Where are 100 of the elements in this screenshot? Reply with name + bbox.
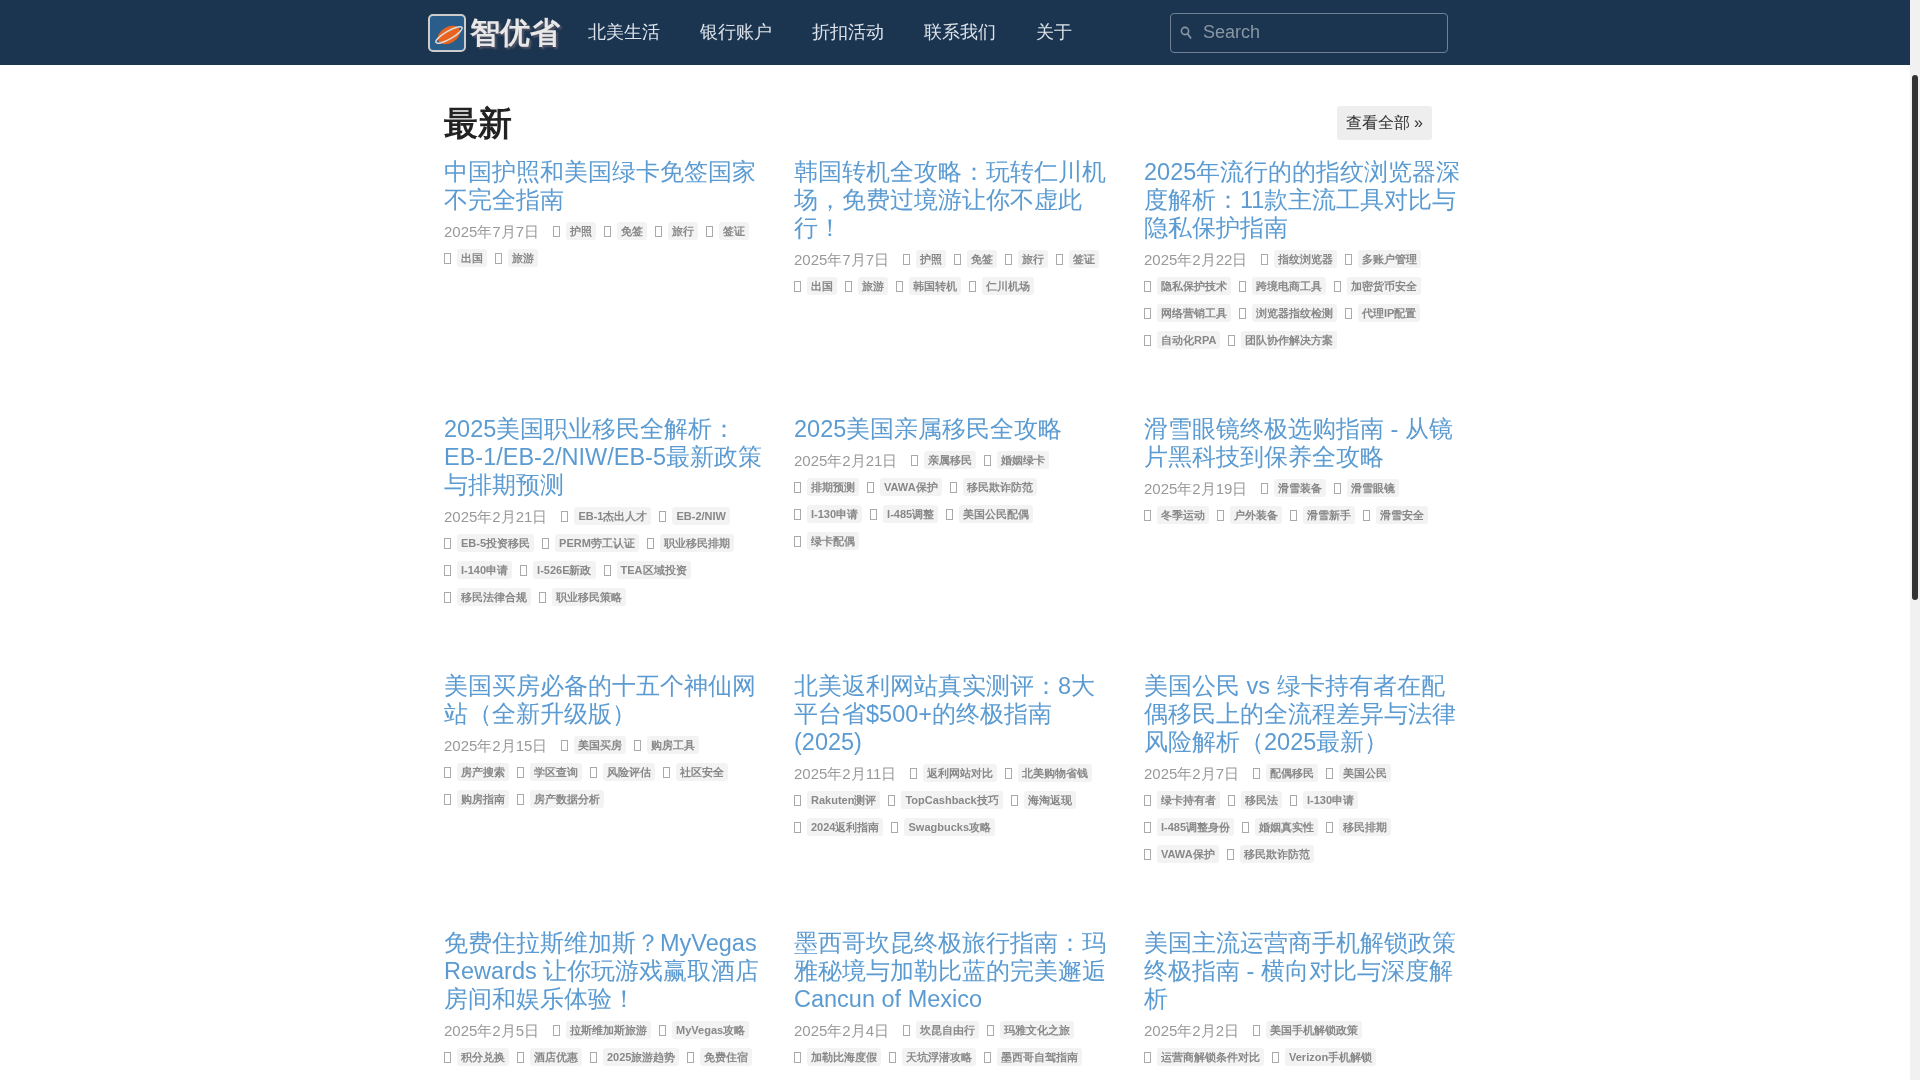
tag-link[interactable]: 滑雪眼镜 [1347,479,1400,498]
tag-link[interactable]: 浏览器指纹检测 [1252,304,1337,323]
tag-link[interactable]: 北美购物省钱 [1018,764,1093,783]
tag-link[interactable]: VAWA保护 [1157,845,1219,864]
tag-link[interactable]: 排期预测 [807,478,859,497]
tag-link[interactable]: 配偶移民 [1266,764,1319,783]
tag-link[interactable]: 美国手机解锁政策 [1266,1021,1363,1040]
tag-link[interactable]: VAWA保护 [880,478,942,497]
tag-link[interactable]: 护照 [566,222,597,241]
article-title[interactable]: 美国主流运营商手机解锁政策终极指南 - 横向对比与深度解析 [1144,928,1463,1013]
article-title[interactable]: 北美返利网站真实测评：8大平台省$500+的终极指南(2025) [794,671,1114,756]
tag-link[interactable]: 免签 [967,250,998,269]
tag-link[interactable]: 旅游 [508,249,538,268]
tag-link[interactable]: Verizon手机解锁 [1285,1048,1377,1067]
tag-link[interactable]: EB-2/NIW [672,507,730,526]
tag-link[interactable]: TopCashback技巧 [901,791,1003,810]
tag-link[interactable]: 职业移民策略 [552,588,626,607]
article-title[interactable]: 中国护照和美国绿卡免签国家不完全指南 [444,157,764,214]
tag-link[interactable]: 代理IP配置 [1358,304,1421,323]
tag-link[interactable]: 美国公民 [1339,764,1392,783]
brand-name[interactable]: 智优省 [470,10,560,55]
tag-link[interactable]: 购房指南 [457,790,509,809]
tag-link[interactable]: 签证 [1069,250,1100,269]
tag-link[interactable]: 滑雪安全 [1376,506,1428,525]
tag-link[interactable]: 隐私保护技术 [1157,277,1231,296]
article-title[interactable]: 美国公民 vs 绿卡持有者在配偶移民上的全流程差异与法律风险解析（2025最新） [1144,671,1463,756]
tag-link[interactable]: 2024返利指南 [807,818,884,837]
tag-link[interactable]: 绿卡持有者 [1157,791,1220,810]
nav-link[interactable]: 关于 [1016,19,1092,46]
tag-link[interactable]: 仁川机场 [982,277,1034,296]
tag-link[interactable]: 旅游 [858,277,888,296]
tag-link[interactable]: 加勒比海度假 [807,1048,881,1067]
tag-link[interactable]: 签证 [719,222,750,241]
tag-link[interactable]: I-130申请 [807,505,863,524]
tag-link[interactable]: 自动化RPA [1157,331,1221,350]
article-title[interactable]: 2025美国职业移民全解析：EB-1/EB-2/NIW/EB-5最新政策与排期预测 [444,414,764,499]
tag-link[interactable]: 积分兑换 [457,1048,509,1067]
article-title[interactable]: 免费住拉斯维加斯？MyVegas Rewards 让你玩游戏赢取酒店房间和娱乐体验！ [444,928,764,1013]
tag-link[interactable]: 海淘返现 [1023,791,1076,810]
tag-link[interactable]: EB-1杰出人才 [574,507,652,526]
tag-link[interactable]: 天坑浮潜攻略 [902,1048,976,1067]
tag-link[interactable]: 免费住宿 [700,1048,753,1067]
tag-link[interactable]: I-526E新政 [533,561,596,580]
tag-link[interactable]: 社区安全 [676,763,728,782]
tag-link[interactable]: 2025旅游趋势 [603,1048,680,1067]
tag-link[interactable]: 美国买房 [574,736,627,755]
tag-link[interactable]: 房产搜索 [457,763,509,782]
tag-link[interactable]: TEA区域投资 [616,561,691,580]
tag-link[interactable]: 购房工具 [647,736,700,755]
search-field[interactable]: Search [1170,12,1448,53]
scrollbar[interactable] [1910,0,1920,1080]
tag-link[interactable]: 坎昆自由行 [916,1021,980,1040]
tag-link[interactable]: I-140申请 [457,561,513,580]
scrollbar-thumb[interactable] [1912,75,1918,600]
tag-link[interactable]: MyVegas攻略 [672,1021,750,1040]
tag-link[interactable]: 滑雪装备 [1274,479,1327,498]
tag-link[interactable]: 加密货币安全 [1347,277,1421,296]
tag-link[interactable]: 多账户管理 [1358,250,1422,269]
tag-link[interactable]: I-130申请 [1303,791,1359,810]
tag-link[interactable]: 亲属移民 [924,451,977,470]
tag-link[interactable]: 移民排期 [1339,818,1392,837]
nav-link[interactable]: 银行账户 [680,19,792,46]
article-title[interactable]: 韩国转机全攻略：玩转仁川机场，免费过境游让你不虚此行！ [794,157,1114,242]
tag-link[interactable]: 移民欺诈防范 [1239,845,1314,864]
nav-link[interactable]: 北美生活 [568,19,680,46]
article-title[interactable]: 2025年流行的的指纹浏览器深度解析：11款主流工具对比与隐私保护指南 [1144,157,1463,242]
tag-link[interactable]: 团队协作解决方案 [1241,331,1338,350]
tag-link[interactable]: EB-5投资移民 [457,534,535,553]
tag-link[interactable]: 酒店优惠 [530,1048,582,1067]
tag-link[interactable]: Swagbucks攻略 [904,818,995,837]
article-title[interactable]: 滑雪眼镜终极选购指南 - 从镜片黑科技到保养全攻略 [1144,414,1463,471]
tag-link[interactable]: 网络营销工具 [1157,304,1231,323]
tag-link[interactable]: 户外装备 [1230,506,1282,525]
tag-link[interactable]: PERM劳工认证 [555,534,639,553]
view-all-button[interactable]: 查看全部 » [1336,106,1432,141]
tag-link[interactable]: 玛雅文化之旅 [1000,1021,1075,1040]
tag-link[interactable]: 护照 [916,250,947,269]
article-title[interactable]: 墨西哥坎昆终极旅行指南：玛雅秘境与加勒比蓝的完美邂逅Cancun of Mexico [794,928,1114,1013]
tag-link[interactable]: 墨西哥自驾指南 [997,1048,1082,1067]
tag-link[interactable]: I-485调整 [883,505,939,524]
tag-link[interactable]: 出国 [457,249,487,268]
tag-link[interactable]: 婚姻绿卡 [997,451,1050,470]
tag-link[interactable]: 旅行 [668,222,699,241]
tag-link[interactable]: 跨境电商工具 [1252,277,1326,296]
tag-link[interactable]: 拉斯维加斯旅游 [566,1021,652,1040]
tag-link[interactable]: 免签 [617,222,648,241]
tag-link[interactable]: 绿卡配偶 [807,532,859,551]
tag-link[interactable]: 返利网站对比 [923,764,998,783]
tag-link[interactable]: 风险评估 [603,763,655,782]
tag-link[interactable]: 房产数据分析 [530,790,604,809]
tag-link[interactable]: 指纹浏览器 [1274,250,1338,269]
tag-link[interactable]: 美国公民配偶 [959,505,1034,524]
tag-link[interactable]: 冬季运动 [1157,506,1209,525]
tag-link[interactable]: 韩国转机 [909,277,961,296]
tag-link[interactable]: 运营商解锁条件对比 [1157,1048,1264,1067]
tag-link[interactable]: Rakuten测评 [807,791,881,810]
article-title[interactable]: 2025美国亲属移民全攻略 [794,414,1114,443]
tag-link[interactable]: 出国 [807,277,837,296]
tag-link[interactable]: 移民法律合规 [457,588,531,607]
tag-link[interactable]: 婚姻真实性 [1255,818,1319,837]
